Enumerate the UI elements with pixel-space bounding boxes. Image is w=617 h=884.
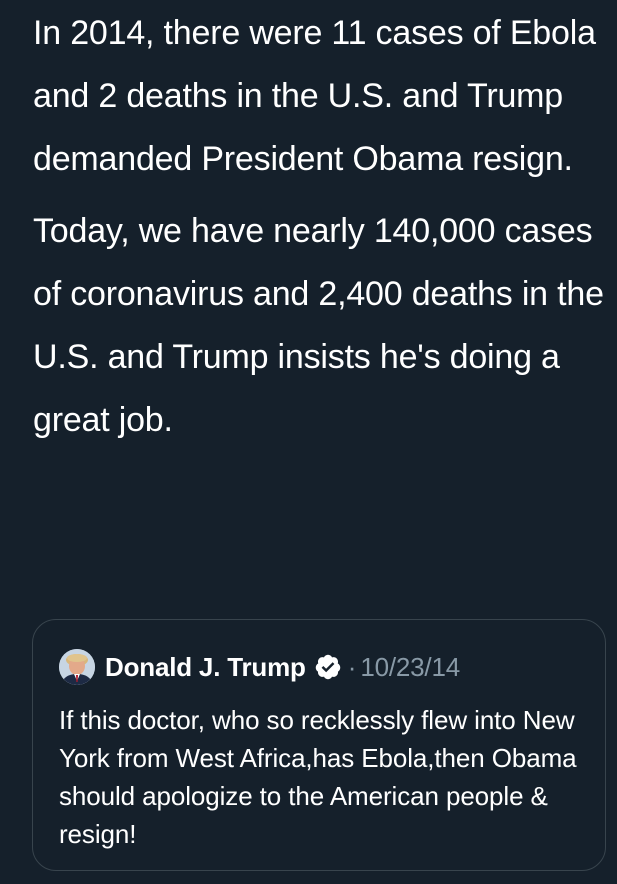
avatar-image: [59, 649, 95, 685]
header-separator: ·: [347, 651, 357, 682]
avatar[interactable]: [59, 649, 95, 685]
quoted-tweet-card[interactable]: Donald J. Trump · 10/23/14 If this docto…: [32, 619, 606, 871]
quoted-display-name[interactable]: Donald J. Trump: [105, 652, 306, 683]
tweet-paragraph: Today, we have nearly 140,000 cases of c…: [33, 212, 604, 439]
quoted-tweet-date[interactable]: 10/23/14: [360, 652, 460, 683]
verified-badge-icon: [315, 654, 340, 680]
quoted-tweet-header: Donald J. Trump · 10/23/14: [59, 645, 460, 689]
tweet-paragraph: In 2014, there were 11 cases of Ebola an…: [33, 14, 596, 178]
quoted-tweet-text: If this doctor, who so recklessly flew i…: [59, 705, 577, 849]
tweet-body: In 2014, there were 11 cases of Ebola an…: [33, 2, 609, 452]
